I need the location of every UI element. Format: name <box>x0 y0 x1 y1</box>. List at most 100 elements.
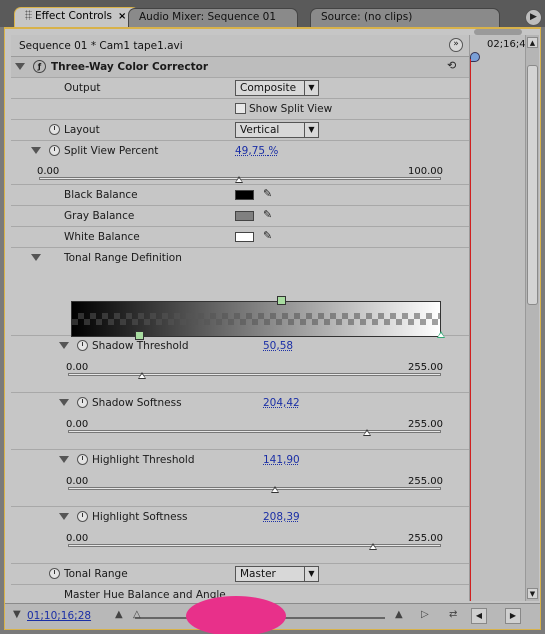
highlight-softness-value[interactable]: 208,39 <box>263 511 300 523</box>
close-icon[interactable]: × <box>118 11 126 22</box>
collapse-triangle-icon[interactable] <box>15 63 25 70</box>
scroll-right-icon[interactable]: ▶ <box>505 608 521 624</box>
slider-max: 255.00 <box>408 362 443 373</box>
tab-label: Effect Controls <box>35 10 112 22</box>
eyedropper-icon[interactable]: ✎ <box>263 187 272 200</box>
tab-label: Audio Mixer: Sequence 01 <box>139 11 276 23</box>
slider-min: 0.00 <box>66 476 88 487</box>
slider-max: 255.00 <box>408 533 443 544</box>
fx-toggle-icon[interactable]: ƒ <box>33 60 46 73</box>
tonal-range-gradient[interactable] <box>71 301 443 339</box>
white-balance-label: White Balance <box>64 231 140 243</box>
highlight-softness-row: Highlight Softness 208,39 0.00 255.00 <box>11 507 469 564</box>
shadow-threshold-value[interactable]: 50,58 <box>263 340 293 352</box>
playhead-icon[interactable] <box>470 52 480 62</box>
stopwatch-icon[interactable] <box>49 145 60 156</box>
split-percent-value[interactable]: 49,75 % <box>235 145 278 157</box>
layout-value: Vertical <box>240 124 279 136</box>
effect-controls-panel: Sequence 01 * Cam1 tape1.avi » ƒ Three-W… <box>4 27 541 630</box>
vertical-scrollbar[interactable]: ▲ ▼ <box>525 35 539 601</box>
scroll-thumb[interactable] <box>527 65 538 305</box>
shadow-softness-value[interactable]: 204,42 <box>263 397 300 409</box>
shadow-threshold-slider[interactable] <box>68 373 441 376</box>
expand-triangle-icon[interactable] <box>59 342 69 349</box>
layout-label: Layout <box>64 124 100 136</box>
zoom-slider-thumb[interactable]: △ <box>133 609 141 620</box>
stopwatch-icon[interactable] <box>77 340 88 351</box>
highlight-threshold-slider[interactable] <box>68 487 441 490</box>
eyedropper-icon[interactable]: ✎ <box>263 229 272 242</box>
split-percent-row: Split View Percent 49,75 % 0.00 100.00 <box>11 141 469 185</box>
white-balance-swatch[interactable] <box>235 232 254 242</box>
gray-balance-label: Gray Balance <box>64 210 134 222</box>
panel-menu-icon[interactable]: ▶ <box>525 9 542 26</box>
slider-min: 0.00 <box>37 166 59 177</box>
tonal-range-dropdown[interactable]: Master ▼ <box>235 566 319 582</box>
tab-label: Source: (no clips) <box>321 11 412 23</box>
timeline-zoom-bar[interactable] <box>474 29 522 35</box>
tab-source[interactable]: Source: (no clips) <box>310 8 500 27</box>
shadow-threshold-label: Shadow Threshold <box>92 340 189 352</box>
expand-triangle-icon[interactable] <box>59 399 69 406</box>
filter-icon[interactable]: ▼ <box>13 609 21 620</box>
shadow-threshold-slider-thumb[interactable] <box>138 372 146 379</box>
white-balance-row: White Balance ✎ <box>11 227 469 248</box>
highlight-handle[interactable] <box>277 296 286 305</box>
hue-wheel[interactable] <box>186 596 286 634</box>
layout-dropdown[interactable]: Vertical ▼ <box>235 122 319 138</box>
show-timeline-icon[interactable]: » <box>449 38 463 52</box>
scroll-left-icon[interactable]: ◀ <box>471 608 487 624</box>
stopwatch-icon[interactable] <box>49 124 60 135</box>
chevron-down-icon: ▼ <box>304 123 318 137</box>
tonal-range-value: Master <box>240 568 276 580</box>
scroll-down-icon[interactable]: ▼ <box>527 588 538 599</box>
master-hue-label: Master Hue Balance and Angle <box>64 589 226 601</box>
stopwatch-icon[interactable] <box>77 454 88 465</box>
slider-min: 0.00 <box>66 419 88 430</box>
tab-audio-mixer[interactable]: Audio Mixer: Sequence 01 <box>128 8 298 27</box>
gray-balance-swatch[interactable] <box>235 211 254 221</box>
checker-strip <box>72 313 440 325</box>
clip-header: Sequence 01 * Cam1 tape1.avi » <box>11 35 469 57</box>
shadow-softness-slider-thumb[interactable] <box>363 429 371 436</box>
zoom-in-icon[interactable]: ▲ <box>395 609 403 620</box>
black-balance-swatch[interactable] <box>235 190 254 200</box>
zoom-out-icon[interactable]: ▲ <box>115 609 123 620</box>
tab-effect-controls[interactable]: Effect Controls × <box>14 7 139 28</box>
highlight-threshold-label: Highlight Threshold <box>92 454 195 466</box>
highlight-softness-label: Highlight Softness <box>92 511 188 523</box>
effect-timeline[interactable]: 02;16;40 <box>469 35 525 601</box>
effect-row[interactable]: ƒ Three-Way Color Corrector ⟲ <box>11 57 469 78</box>
output-value: Composite <box>240 82 296 94</box>
current-timecode[interactable]: 01;10;16;28 <box>27 610 91 622</box>
shadow-softness-slider[interactable] <box>68 430 441 433</box>
highlight-threshold-slider-thumb[interactable] <box>271 486 279 493</box>
split-percent-slider-thumb[interactable] <box>235 176 243 183</box>
loop-icon[interactable]: ⇄ <box>449 609 457 620</box>
expand-triangle-icon[interactable] <box>31 147 41 154</box>
black-balance-row: Black Balance ✎ <box>11 185 469 206</box>
shadow-softness-row: Shadow Softness 204,42 0.00 255.00 <box>11 393 469 450</box>
play-audio-icon[interactable]: ▷ <box>421 609 429 620</box>
expand-triangle-icon[interactable] <box>59 513 69 520</box>
stopwatch-icon[interactable] <box>49 568 60 579</box>
chevron-down-icon: ▼ <box>304 567 318 581</box>
highlight-softness-slider-thumb[interactable] <box>369 543 377 550</box>
highlight-threshold-value[interactable]: 141,90 <box>263 454 300 466</box>
expand-triangle-icon[interactable] <box>31 254 41 261</box>
stopwatch-icon[interactable] <box>77 397 88 408</box>
clip-name: Sequence 01 * Cam1 tape1.avi <box>19 40 183 52</box>
layout-row: Layout Vertical ▼ <box>11 120 469 141</box>
reset-icon[interactable]: ⟲ <box>447 59 456 72</box>
stopwatch-icon[interactable] <box>77 511 88 522</box>
show-split-view-checkbox[interactable] <box>235 103 246 114</box>
eyedropper-icon[interactable]: ✎ <box>263 208 272 221</box>
expand-triangle-icon[interactable] <box>59 456 69 463</box>
highlight-softness-slider[interactable] <box>68 544 441 547</box>
effect-name: Three-Way Color Corrector <box>51 61 208 73</box>
scroll-up-icon[interactable]: ▲ <box>527 37 538 48</box>
shadow-softness-label: Shadow Softness <box>92 397 182 409</box>
black-balance-label: Black Balance <box>64 189 138 201</box>
highlight-threshold-row: Highlight Threshold 141,90 0.00 255.00 <box>11 450 469 507</box>
output-dropdown[interactable]: Composite ▼ <box>235 80 319 96</box>
